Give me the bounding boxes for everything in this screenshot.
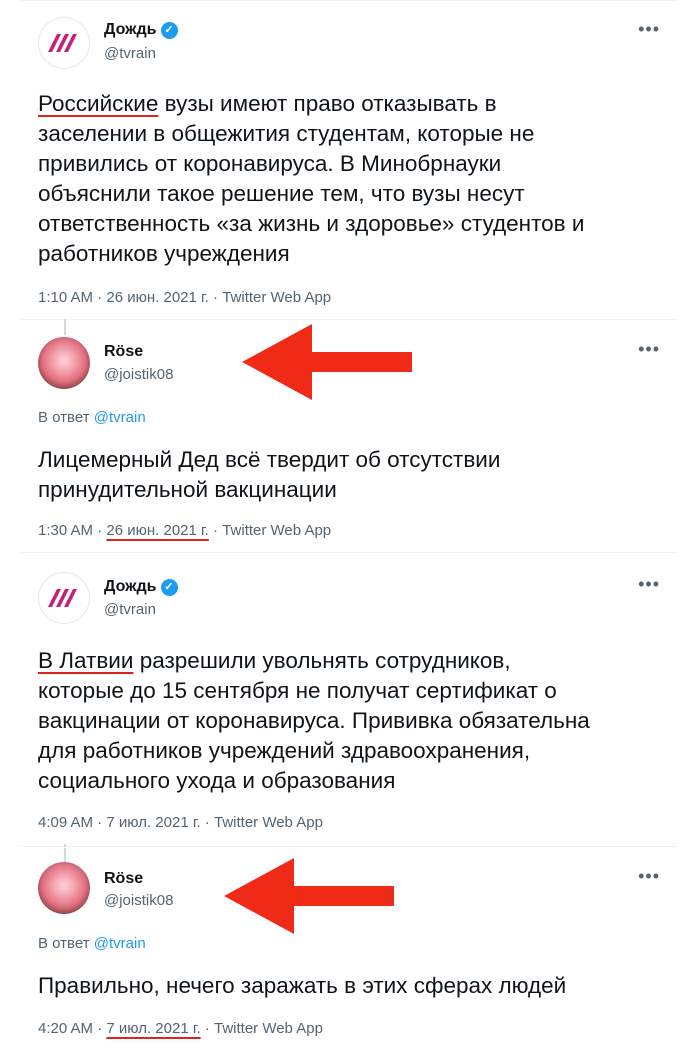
reply-prefix: В ответ <box>38 409 90 426</box>
annotation-arrow-shape <box>242 324 412 400</box>
tweet-text: Лицемерный Дед всё твердит об отсутствии… <box>38 447 501 502</box>
tweet-time[interactable]: 4:20 AM <box>38 1020 93 1037</box>
reply-prefix: В ответ <box>38 935 90 952</box>
reply-context: В ответ @tvrain <box>38 935 146 952</box>
tweet-source[interactable]: Twitter Web App <box>214 1020 323 1037</box>
author-handle[interactable]: @tvrain <box>104 45 156 62</box>
meta-separator: · <box>93 289 107 306</box>
verified-badge-icon: ✓ <box>160 579 178 596</box>
author-handle[interactable]: @tvrain <box>104 601 156 618</box>
tweet-meta: 4:20 AM · 7 июл. 2021 г. · Twitter Web A… <box>38 1020 323 1037</box>
author-name[interactable]: Дождь ✓ <box>104 21 178 39</box>
meta-separator: · <box>93 814 107 831</box>
tweet-source[interactable]: Twitter Web App <box>214 814 323 831</box>
more-options-icon[interactable]: ••• <box>638 19 660 40</box>
tweet-card[interactable]: Дождь ✓ @tvrain ••• В Латвии разрешили ув… <box>20 554 678 847</box>
tweet-date[interactable]: 7 июл. 2021 г. <box>106 1020 200 1037</box>
author-name-text[interactable]: Дождь <box>104 21 157 38</box>
highlighted-word: В Латвии <box>38 648 134 673</box>
verified-badge-icon: ✓ <box>160 22 178 39</box>
reply-context: В ответ @tvrain <box>38 409 146 426</box>
rose-avatar-icon[interactable] <box>38 862 90 914</box>
author-handle[interactable]: @joistik08 <box>104 366 173 383</box>
annotation-arrow-shape <box>224 858 394 934</box>
thread-line <box>64 321 66 335</box>
meta-separator: · <box>93 522 107 539</box>
tweet-time[interactable]: 1:30 AM <box>38 522 93 539</box>
tweet-card[interactable]: Дождь ✓ @tvrain ••• Российские вузы имеют… <box>20 0 678 321</box>
meta-separator: · <box>208 522 223 539</box>
tvrain-logo-icon[interactable] <box>38 17 90 69</box>
tweet-meta: 1:30 AM · 26 июн. 2021 г. · Twitter Web … <box>38 522 331 539</box>
tweet-time[interactable]: 1:10 AM <box>38 289 93 306</box>
tweet-date[interactable]: 7 июл. 2021 г. <box>106 814 200 831</box>
author-name[interactable]: Дождь ✓ <box>104 578 178 596</box>
tweet-text: Правильно, нечего заражать в этих сферах… <box>38 973 567 998</box>
more-options-icon[interactable]: ••• <box>638 866 660 887</box>
rose-avatar-icon[interactable] <box>38 337 90 389</box>
reply-to-link[interactable]: @tvrain <box>94 935 146 952</box>
tweet-source[interactable]: Twitter Web App <box>222 289 331 306</box>
meta-separator: · <box>200 1020 214 1037</box>
tweet-time[interactable]: 4:09 AM <box>38 814 93 831</box>
tweet-text: В Латвии разрешили увольнять сотрудников… <box>38 646 668 796</box>
reply-to-link[interactable]: @tvrain <box>94 409 146 426</box>
tweet-date[interactable]: 26 июн. 2021 г. <box>106 522 208 539</box>
author-name[interactable]: Röse <box>104 870 143 888</box>
tvrain-logo-icon[interactable] <box>38 572 90 624</box>
annotation-arrow-icon <box>224 858 394 934</box>
meta-separator: · <box>208 289 223 306</box>
more-options-icon[interactable]: ••• <box>638 339 660 360</box>
author-name-text[interactable]: Дождь <box>104 578 157 595</box>
more-options-icon[interactable]: ••• <box>638 574 660 595</box>
highlighted-word: Российские <box>38 91 159 116</box>
tweet-source[interactable]: Twitter Web App <box>222 522 331 539</box>
thread-line <box>64 844 66 847</box>
tweet-date[interactable]: 26 июн. 2021 г. <box>106 289 208 306</box>
author-name[interactable]: Röse <box>104 343 143 361</box>
tweet-meta: 1:10 AM · 26 июн. 2021 г. · Twitter Web … <box>38 289 331 306</box>
tweet-text-body: вузы имеют право отказывать в заселении … <box>38 91 585 266</box>
thread-line <box>64 848 66 862</box>
tweet-meta: 4:09 AM · 7 июл. 2021 г. · Twitter Web A… <box>38 814 323 831</box>
annotation-arrow-icon <box>242 324 412 400</box>
tweet-text: Российские вузы имеют право отказывать в… <box>38 89 668 269</box>
meta-separator: · <box>200 814 214 831</box>
author-handle[interactable]: @joistik08 <box>104 892 173 909</box>
meta-separator: · <box>93 1020 107 1037</box>
